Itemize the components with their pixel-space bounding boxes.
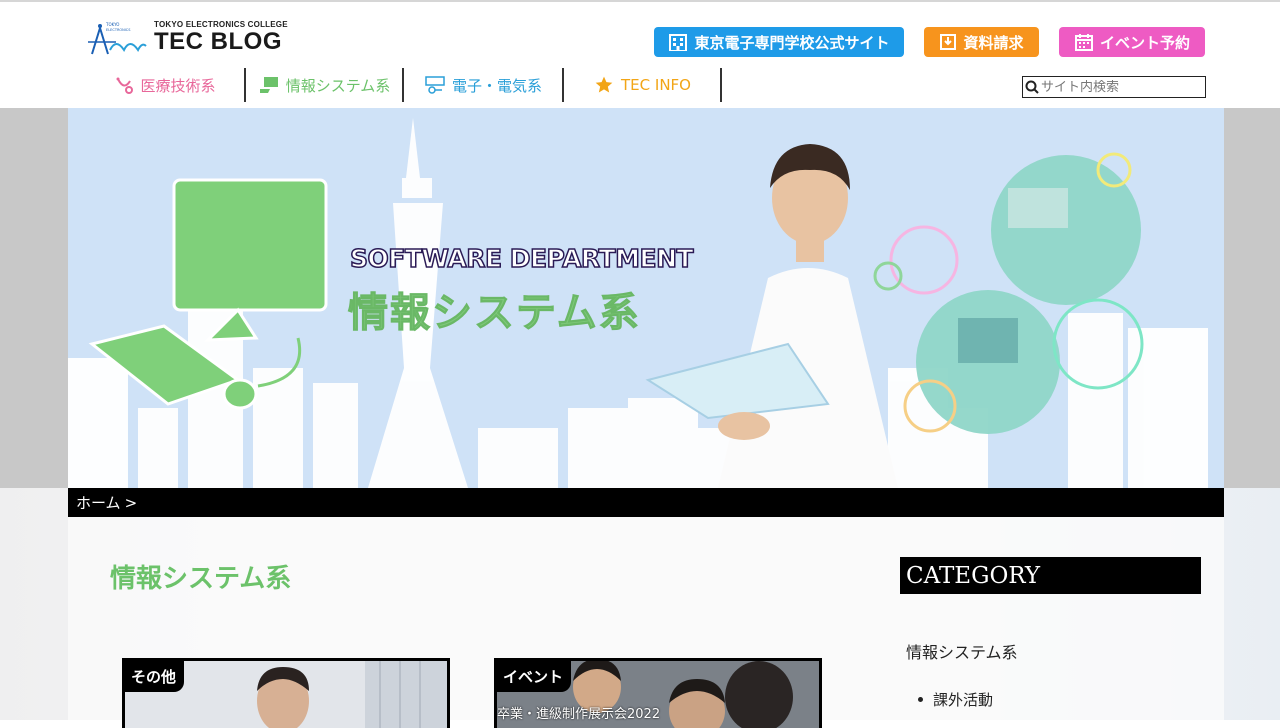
event-reservation-label: イベント予約 [1099,33,1190,52]
nav-item-information-systems[interactable]: 情報システム系 [246,68,404,102]
main-nav: 医療技術系 情報システム系 電子・電気系 TEC INFO [86,68,722,102]
site-logo[interactable]: TOKYO ELECTRONICS TOKYO ELECTRONICS COLL… [86,20,288,60]
search-input[interactable] [1041,79,1201,95]
sidebar-subcategory-label: 課外活動 [933,691,994,709]
svg-text:ELECTRONICS: ELECTRONICS [106,28,131,32]
nav-item-label: 情報システム系 [285,76,391,95]
search-icon[interactable] [1025,80,1039,94]
bullet-icon [918,697,923,702]
hero-subtitle: SOFTWARE DEPARTMENT [349,243,694,274]
breadcrumb-home-link[interactable]: ホーム [76,492,121,513]
calendar-icon [1074,34,1093,51]
post-category-tag: イベント [497,661,572,692]
star-icon [595,76,613,93]
official-site-label: 東京電子専門学校公式サイト [694,33,890,52]
sidebar-heading: CATEGORY [900,557,1201,594]
sidebar-subcategory[interactable]: 課外活動 [918,689,993,710]
hero-illustration [68,118,1208,488]
request-documents-button[interactable]: 資料請求 [924,27,1039,57]
post-category-tag: その他 [125,661,185,692]
nav-item-label: 医療技術系 [140,76,216,95]
page-title: 情報システム系 [110,564,292,594]
post-card[interactable]: その他 [122,658,450,728]
svg-text:TOKYO: TOKYO [105,22,119,27]
post-card[interactable]: イベント 卒業・進級制作展示会2022 [494,658,822,728]
logo-title: TEC BLOG [154,28,282,55]
medical-icon [116,77,134,94]
circuit-icon [425,76,445,94]
nav-item-medical[interactable]: 医療技術系 [86,68,246,102]
breadcrumb: ホーム > [68,488,1224,517]
nav-item-tec-info[interactable]: TEC INFO [564,68,722,102]
site-search [1022,76,1206,98]
request-documents-label: 資料請求 [963,33,1024,52]
hero-title: 情報システム系 [348,290,641,337]
nav-item-label: 電子・電気系 [451,76,542,95]
event-reservation-button[interactable]: イベント予約 [1059,27,1205,57]
building-icon [669,34,688,51]
computer-icon [259,77,278,93]
document-icon [940,34,957,50]
logo-mark-icon: TOKYO ELECTRONICS [88,22,147,55]
post-thumbnail-caption: 卒業・進級制作展示会2022 [497,707,661,722]
sidebar-category-link[interactable]: 情報システム系 [906,639,1018,663]
nav-item-label: TEC INFO [621,76,691,94]
official-site-button[interactable]: 東京電子専門学校公式サイト [654,27,904,57]
site-header: TOKYO ELECTRONICS TOKYO ELECTRONICS COLL… [0,2,1280,108]
hero-banner: SOFTWARE DEPARTMENT 情報システム系 [68,108,1224,488]
breadcrumb-separator: > [124,493,138,512]
nav-item-electronics[interactable]: 電子・電気系 [404,68,564,102]
